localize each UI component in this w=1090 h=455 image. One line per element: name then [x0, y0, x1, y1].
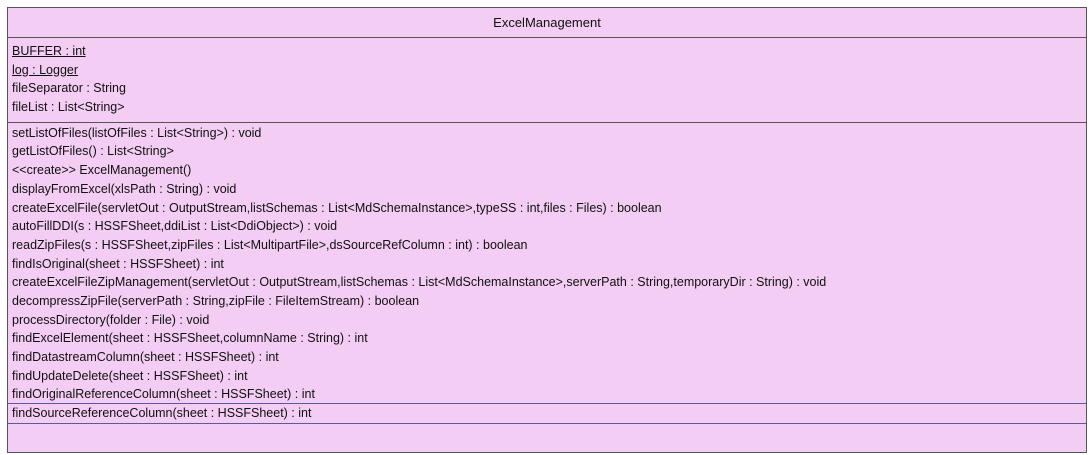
operation-find-source-reference-column[interactable]: findSourceReferenceColumn(sheet : HSSFSh… — [8, 403, 1086, 424]
operation-find-datastream-column[interactable]: findDatastreamColumn(sheet : HSSFSheet) … — [12, 348, 1086, 367]
operation-create-excel-file-zip-management[interactable]: createExcelFileZipManagement(servletOut … — [12, 273, 1086, 292]
operation-create-excel-file[interactable]: createExcelFile(servletOut : OutputStrea… — [12, 199, 1086, 218]
operation-process-directory[interactable]: processDirectory(folder : File) : void — [12, 311, 1086, 330]
uml-class-box[interactable]: ExcelManagement BUFFER : int log : Logge… — [7, 7, 1087, 453]
operation-find-excel-element[interactable]: findExcelElement(sheet : HSSFSheet,colum… — [12, 329, 1086, 348]
operation-find-update-delete[interactable]: findUpdateDelete(sheet : HSSFSheet) : in… — [12, 367, 1086, 386]
operation-constructor[interactable]: <<create>> ExcelManagement() — [12, 161, 1086, 180]
attribute-file-separator[interactable]: fileSeparator : String — [12, 79, 1086, 98]
attributes-compartment: BUFFER : int log : Logger fileSeparator … — [8, 38, 1086, 123]
operation-read-zip-files[interactable]: readZipFiles(s : HSSFSheet,zipFiles : Li… — [12, 236, 1086, 255]
attribute-log[interactable]: log : Logger — [12, 61, 1086, 80]
operation-get-list-of-files[interactable]: getListOfFiles() : List<String> — [12, 142, 1086, 161]
operation-decompress-zip-file[interactable]: decompressZipFile(serverPath : String,zi… — [12, 292, 1086, 311]
operation-find-original-reference-column[interactable]: findOriginalReferenceColumn(sheet : HSSF… — [12, 385, 1086, 404]
attribute-file-list[interactable]: fileList : List<String> — [12, 98, 1086, 117]
operation-auto-fill-ddi[interactable]: autoFillDDI(s : HSSFSheet,ddiList : List… — [12, 217, 1086, 236]
operation-find-is-original[interactable]: findIsOriginal(sheet : HSSFSheet) : int — [12, 255, 1086, 274]
operation-set-list-of-files[interactable]: setListOfFiles(listOfFiles : List<String… — [12, 124, 1086, 143]
operation-display-from-excel[interactable]: displayFromExcel(xlsPath : String) : voi… — [12, 180, 1086, 199]
operations-compartment: setListOfFiles(listOfFiles : List<String… — [8, 123, 1086, 424]
attribute-buffer[interactable]: BUFFER : int — [12, 42, 1086, 61]
class-name[interactable]: ExcelManagement — [8, 8, 1086, 38]
